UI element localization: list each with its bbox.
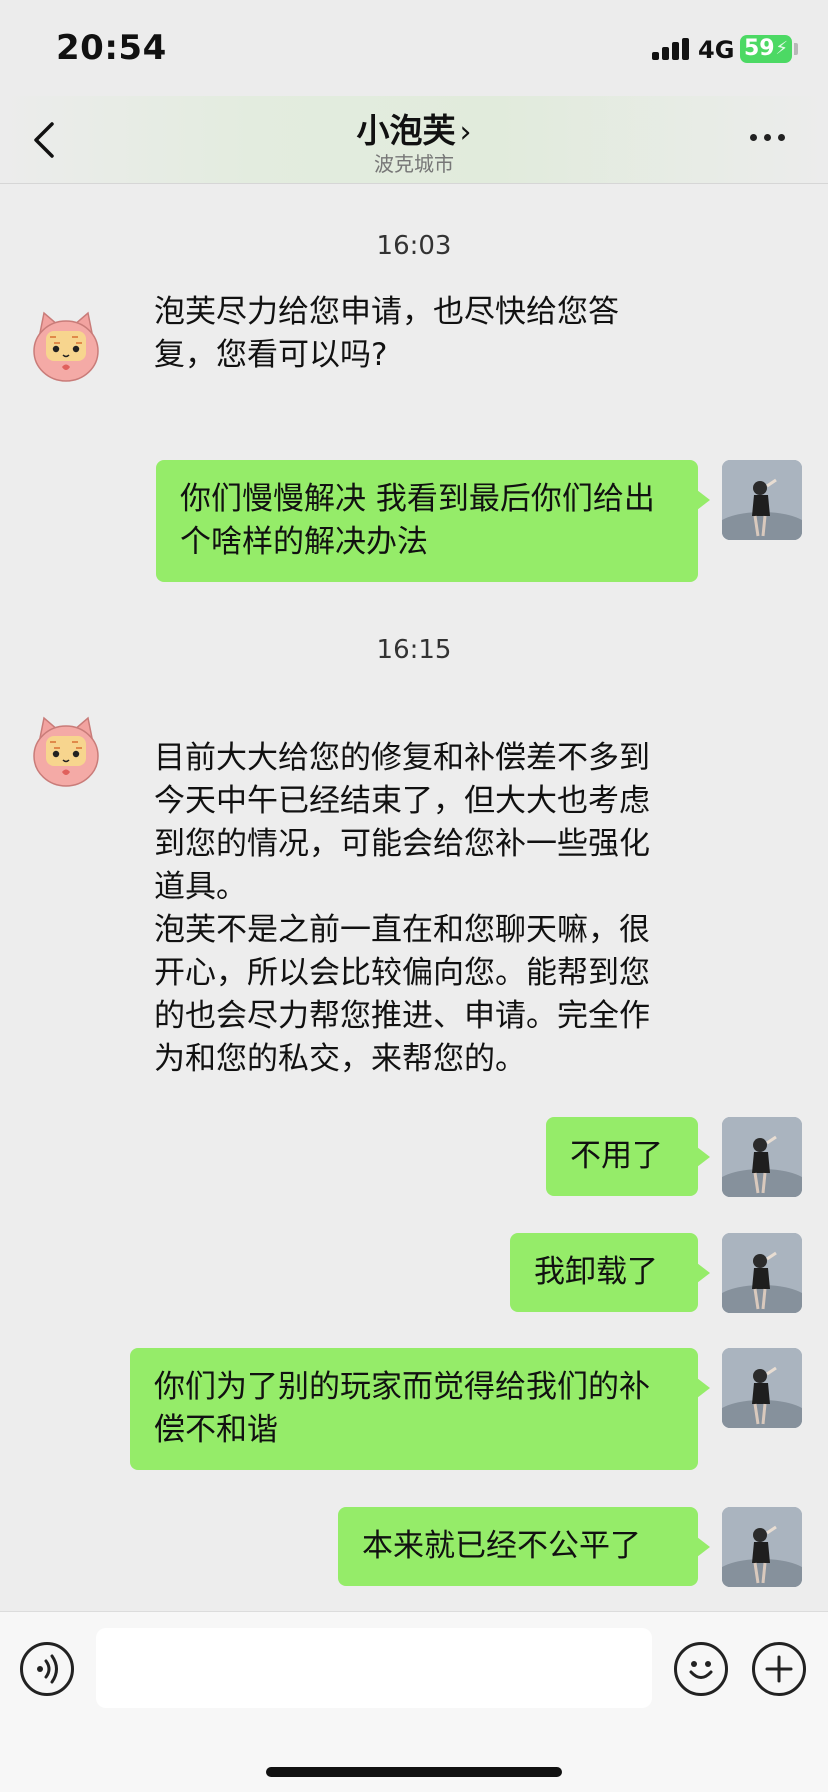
more-button[interactable] bbox=[750, 132, 790, 144]
contact-avatar[interactable] bbox=[26, 307, 106, 387]
home-indicator bbox=[266, 1767, 562, 1777]
status-bar: 20:54 4G 59 ⚡ bbox=[0, 0, 828, 96]
voice-button[interactable] bbox=[20, 1642, 74, 1696]
network-type: 4G bbox=[698, 36, 735, 64]
battery-cap bbox=[794, 43, 798, 55]
chat-header: 小泡芙 › 波克城市 bbox=[0, 96, 828, 184]
outgoing-message[interactable]: 本来就已经不公平了 bbox=[338, 1507, 710, 1586]
user-photo-icon bbox=[722, 1348, 802, 1428]
contact-avatar[interactable] bbox=[26, 712, 106, 792]
user-avatar[interactable] bbox=[722, 1348, 802, 1428]
plus-icon bbox=[765, 1655, 793, 1683]
message-input[interactable] bbox=[96, 1628, 652, 1708]
emoji-icon bbox=[689, 1661, 713, 1679]
charging-bolt-icon: ⚡ bbox=[775, 38, 788, 59]
battery-level: 59 bbox=[744, 36, 775, 61]
cat-avatar-icon bbox=[33, 716, 99, 787]
contact-subtitle: 波克城市 bbox=[374, 152, 454, 176]
plus-button[interactable] bbox=[752, 1642, 806, 1696]
user-photo-icon bbox=[722, 460, 802, 540]
chat-title[interactable]: 小泡芙 › bbox=[0, 104, 828, 152]
incoming-message[interactable]: 目前大大给您的修复和补偿差不多到今天中午已经结束了，但大大也考虑到您的情况，可能… bbox=[134, 725, 694, 1093]
incoming-message[interactable]: 泡芙尽力给您申请，也尽快给您答复，您看可以吗? bbox=[134, 279, 694, 389]
user-avatar[interactable] bbox=[722, 1117, 802, 1197]
user-photo-icon bbox=[722, 1507, 802, 1587]
emoji-button[interactable] bbox=[674, 1642, 728, 1696]
cellular-signal-icon bbox=[652, 38, 692, 60]
user-photo-icon bbox=[722, 1233, 802, 1313]
voice-icon bbox=[37, 1654, 58, 1684]
outgoing-message[interactable]: 你们为了别的玩家而觉得给我们的补偿不和谐 bbox=[130, 1348, 710, 1470]
message-input-bar bbox=[0, 1611, 828, 1792]
title-chevron-icon: › bbox=[459, 115, 472, 150]
message-timestamp: 16:15 bbox=[376, 635, 452, 665]
outgoing-message[interactable]: 我卸载了 bbox=[510, 1233, 710, 1312]
message-list[interactable]: 16:03 泡芙尽力给您申请，也尽快给您答复，您看可以吗? 你们慢慢解决 我看到… bbox=[0, 185, 828, 1611]
user-avatar[interactable] bbox=[722, 1233, 802, 1313]
battery-icon: 59 ⚡ bbox=[740, 35, 792, 63]
outgoing-message[interactable]: 不用了 bbox=[546, 1117, 710, 1196]
message-timestamp: 16:03 bbox=[376, 231, 452, 261]
contact-name: 小泡芙 bbox=[356, 111, 456, 150]
user-photo-icon bbox=[722, 1117, 802, 1197]
cat-avatar-icon bbox=[33, 311, 99, 382]
status-time: 20:54 bbox=[56, 28, 167, 68]
outgoing-message[interactable]: 你们慢慢解决 我看到最后你们给出个啥样的解决办法 bbox=[156, 460, 710, 582]
user-avatar[interactable] bbox=[722, 460, 802, 540]
user-avatar[interactable] bbox=[722, 1507, 802, 1587]
